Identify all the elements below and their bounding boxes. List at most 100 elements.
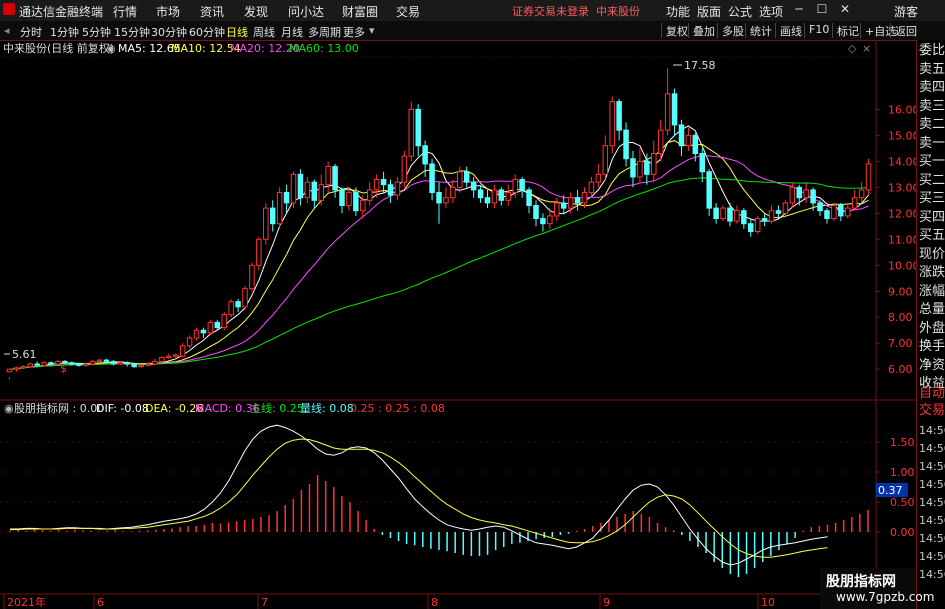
quote-field-label[interactable]: 自动: [919, 385, 945, 403]
app-logo-icon: [3, 3, 15, 15]
more-dropdown-icon[interactable]: ▾: [369, 24, 375, 37]
candle-body: [865, 163, 872, 191]
candle-body: [263, 207, 269, 240]
overlay-button[interactable]: 叠加: [688, 23, 715, 38]
candle-body: [221, 314, 227, 329]
date-tick-label: 7: [261, 596, 268, 609]
date-tick-label: 9: [603, 596, 610, 609]
candle-body: [103, 359, 110, 362]
menu-item-formula[interactable]: 公式: [728, 3, 752, 20]
trade-time-label: 14:56: [919, 478, 945, 491]
period-tab-1min[interactable]: 1分钟: [50, 24, 79, 40]
candle-body: [470, 181, 477, 191]
menu-item-quotes[interactable]: 行情: [113, 3, 137, 20]
pane-settings-icon[interactable]: ◇: [848, 42, 857, 55]
candle-body: [498, 189, 505, 201]
adjust-button[interactable]: 复权: [661, 23, 688, 38]
macd-current-label: 0.37: [878, 484, 903, 497]
candle-body: [595, 173, 602, 183]
candle-body: [242, 288, 248, 308]
menu-item-community[interactable]: 财富圈: [342, 3, 378, 20]
period-tab-daily[interactable]: 日线: [226, 24, 248, 40]
candle-body: [408, 108, 415, 157]
price-tick-label: 8.00: [888, 311, 913, 324]
period-tab-more[interactable]: 更多: [343, 24, 365, 40]
candle-body: [269, 207, 276, 225]
period-tab-monthly[interactable]: 月线: [281, 24, 303, 40]
quote-field-label[interactable]: 交易: [919, 402, 945, 420]
candle-body: [838, 205, 844, 217]
candle-body: [602, 145, 609, 175]
trade-time-label: 14:56: [919, 568, 945, 581]
macd-tick-label: 0.50: [890, 496, 915, 509]
candle-body: [637, 160, 643, 178]
candles: [6, 68, 872, 380]
multi-stock-button[interactable]: 多股: [717, 23, 744, 38]
back-button[interactable]: 返回: [890, 23, 917, 38]
statistics-button[interactable]: 统计: [745, 23, 772, 38]
candle-body: [318, 184, 324, 201]
candle-body: [249, 264, 255, 290]
menu-item-options[interactable]: 选项: [759, 3, 783, 20]
menu-item-assistant[interactable]: 问小达: [288, 3, 324, 20]
legend-toggle-icon[interactable]: ◉: [106, 42, 116, 55]
candle-body: [429, 163, 435, 194]
quote-field-label: 涨跌: [919, 265, 945, 280]
price-tick-label: 9.00: [888, 285, 913, 298]
maximize-icon[interactable]: ☐: [815, 2, 829, 16]
main-legend-title: 中来股份(日线 前复权): [3, 41, 114, 55]
candle-body: [533, 205, 539, 220]
candle-body: [671, 93, 678, 126]
candle-body: [339, 189, 345, 207]
menu-item-market[interactable]: 市场: [156, 3, 180, 20]
candle-body: [782, 202, 789, 214]
quote-field-label: 卖五: [919, 61, 945, 77]
candle-body: [727, 207, 733, 222]
period-arrow-icon[interactable]: ◂: [4, 24, 10, 37]
quote-field-label: 净资: [919, 357, 945, 373]
menu-item-guest[interactable]: 游客: [894, 3, 918, 20]
close-icon[interactable]: ✕: [838, 2, 852, 16]
candle-body: [706, 171, 712, 209]
candle-body: [450, 186, 456, 199]
menu-item-layout[interactable]: 版面: [697, 3, 721, 20]
menu-item-trade[interactable]: 交易: [396, 3, 420, 20]
price-tick-label: 10.00: [888, 259, 916, 272]
candle-body: [858, 189, 865, 199]
top-menu-bar: 通达信金融终端 行情 市场 资讯 发现 问小达 财富圈 交易 证券交易未登录 中…: [0, 0, 945, 22]
period-tab-5min[interactable]: 5分钟: [82, 24, 111, 40]
period-tab-multi[interactable]: 多周期: [308, 24, 341, 40]
menu-item-news[interactable]: 资讯: [200, 3, 224, 20]
draw-line-button[interactable]: 画线: [775, 23, 802, 38]
period-tab-30min[interactable]: 30分钟: [151, 24, 187, 40]
minimize-icon[interactable]: ─: [792, 2, 806, 16]
pane-close-icon[interactable]: ×: [862, 42, 871, 55]
candle-body: [796, 186, 803, 199]
candle-body: [41, 362, 47, 366]
candle-body: [657, 129, 664, 155]
period-tab-60min[interactable]: 60分钟: [189, 24, 225, 40]
period-tab-intraday[interactable]: 分时: [20, 24, 42, 40]
sub-legend-extra: 0.25 : 0.25 : 0.08: [350, 402, 445, 415]
f10-button[interactable]: F10: [804, 23, 829, 38]
macd-tick-label: 1.00: [890, 466, 915, 479]
kline-chart[interactable]: 中来股份(日线 前复权) ◉ MA5: 12.65 MA10: 12.54 MA…: [0, 40, 916, 609]
mark-button[interactable]: 标记: [832, 23, 859, 38]
period-tab-15min[interactable]: 15分钟: [114, 24, 150, 40]
sub-legend-toggle-icon[interactable]: ◉: [4, 402, 14, 415]
menu-item-discover[interactable]: 发现: [244, 3, 268, 20]
candle-body: [380, 179, 387, 186]
candle-body: [644, 160, 650, 175]
candle-body: [824, 210, 830, 220]
period-tab-weekly[interactable]: 周线: [253, 24, 275, 40]
candle-body: [346, 192, 352, 207]
candle-body: [734, 210, 740, 222]
candle-body: [145, 363, 151, 366]
candle-body: [720, 207, 726, 220]
quote-field-label: 买四: [919, 209, 945, 225]
candle-body: [713, 207, 719, 220]
candle-body: [754, 218, 761, 232]
trade-time-label: 14:56: [919, 442, 945, 455]
candle-body: [484, 197, 491, 204]
menu-item-function[interactable]: 功能: [666, 3, 690, 20]
